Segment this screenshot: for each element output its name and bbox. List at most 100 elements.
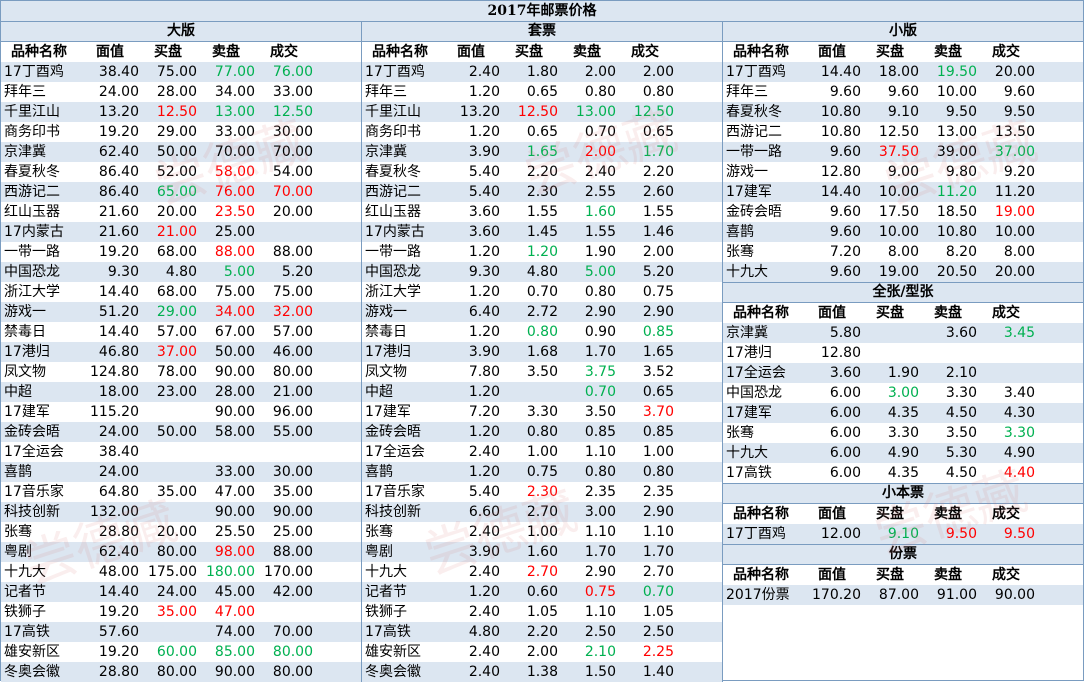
cell-face: 24.00 xyxy=(98,424,139,440)
cell-deal: 1.70 xyxy=(642,144,674,160)
cell-sell: 1.50 xyxy=(584,664,616,680)
table-row: 17内蒙古 3.60 1.45 1.55 1.46 xyxy=(362,222,722,242)
cell-buy: 1.55 xyxy=(526,204,558,220)
cell-face: 9.30 xyxy=(107,264,139,280)
cell-buy: 2.70 xyxy=(526,564,558,580)
cell-sell: 2.10 xyxy=(584,644,616,660)
cell-name: 17全运会 xyxy=(4,444,64,460)
cell-buy: 50.00 xyxy=(156,144,197,160)
cell-buy: 2.72 xyxy=(526,304,558,320)
cell-face: 14.40 xyxy=(820,184,861,200)
cell-buy: 87.00 xyxy=(878,587,919,603)
cell-deal: 3.45 xyxy=(1003,325,1035,341)
cell-name: 游戏一 xyxy=(365,304,407,320)
table-row: 京津冀 62.40 50.00 70.00 70.00 xyxy=(1,142,361,162)
cell-face: 62.40 xyxy=(98,544,139,560)
cell-name: 拜年三 xyxy=(726,84,768,100)
cell-buy xyxy=(861,323,919,343)
table-row: 雄安新区 19.20 60.00 85.00 80.00 xyxy=(1,642,361,662)
cell-face: 21.60 xyxy=(98,224,139,240)
table-row: 十九大 48.00 175.00 180.00 170.00 xyxy=(1,562,361,582)
cell-name: 京津冀 xyxy=(726,325,768,341)
cell-buy: 24.00 xyxy=(156,584,197,600)
section-right: 小版 品种名称 面值 买盘 卖盘 成交 17丁酉鸡 14.40 18.00 19.50… xyxy=(723,22,1083,605)
cell-name: 17建军 xyxy=(365,404,411,420)
cell-deal: 2.90 xyxy=(642,504,674,520)
cell-name: 17丁酉鸡 xyxy=(4,64,64,80)
cell-buy: 2.20 xyxy=(526,164,558,180)
table-row: 喜鹊 9.60 10.00 10.80 10.00 xyxy=(723,222,1083,242)
table-row: 一带一路 19.20 68.00 88.00 88.00 xyxy=(1,242,361,262)
cell-name: 17丁酉鸡 xyxy=(726,64,786,80)
cell-buy: 28.00 xyxy=(156,84,197,100)
cell-sell: 3.60 xyxy=(945,325,977,341)
cell-deal: 25.00 xyxy=(272,524,313,540)
table-row: 17高铁 57.60 74.00 70.00 xyxy=(1,622,361,642)
cell-name: 浙江大学 xyxy=(4,284,60,300)
cell-face: 28.80 xyxy=(98,524,139,540)
cell-buy: 20.00 xyxy=(156,524,197,540)
cell-face: 5.80 xyxy=(829,325,861,341)
cell-buy: 20.00 xyxy=(156,204,197,220)
table-row: 17内蒙古 21.60 21.00 25.00 xyxy=(1,222,361,242)
table-row: 张骞 6.00 3.30 3.50 3.30 xyxy=(723,423,1083,443)
cell-deal: 96.00 xyxy=(272,404,313,420)
cell-name: 一带一路 xyxy=(726,144,782,160)
section-title: 套票 xyxy=(362,22,722,42)
cell-buy: 0.80 xyxy=(526,324,558,340)
table-row: 记者节 1.20 0.60 0.75 0.70 xyxy=(362,582,722,602)
cell-buy: 37.00 xyxy=(156,344,197,360)
cell-deal: 0.70 xyxy=(642,584,674,600)
cell-deal: 30.00 xyxy=(272,124,313,140)
cell-name: 凤文物 xyxy=(365,364,407,380)
cell-deal: 4.90 xyxy=(1003,445,1035,461)
cell-deal: 30.00 xyxy=(272,464,313,480)
cell-name: 17建军 xyxy=(4,404,50,420)
cell-deal xyxy=(255,602,313,622)
cell-name: 一带一路 xyxy=(365,244,421,260)
header-sell: 卖盘 xyxy=(573,44,601,60)
cell-sell: 13.00 xyxy=(936,124,977,140)
cell-sell: 34.00 xyxy=(214,84,255,100)
table-row: 商务印书 19.20 29.00 33.00 30.00 xyxy=(1,122,361,142)
table-row: 张骞 28.80 20.00 25.50 25.00 xyxy=(1,522,361,542)
cell-sell: 70.00 xyxy=(214,144,255,160)
cell-face: 12.80 xyxy=(820,345,861,361)
cell-face: 38.40 xyxy=(98,444,139,460)
cell-deal: 1.70 xyxy=(642,544,674,560)
cell-name: 17建军 xyxy=(726,405,772,421)
cell-name: 中国恐龙 xyxy=(726,385,782,401)
rows-quanzhang: 京津冀 5.80 3.60 3.45 17港归 12.80 17全运会 3.60 1.90 2.1… xyxy=(723,323,1083,483)
table-row: 禁毒日 14.40 57.00 67.00 57.00 xyxy=(1,322,361,342)
cell-buy: 29.00 xyxy=(156,124,197,140)
cell-name: 17内蒙古 xyxy=(365,224,425,240)
table-row: 春夏秋冬 86.40 52.00 58.00 54.00 xyxy=(1,162,361,182)
cell-deal: 54.00 xyxy=(272,164,313,180)
cell-sell: 34.00 xyxy=(214,304,255,320)
cell-name: 冬奥会徽 xyxy=(4,664,60,680)
cell-name: 金砖会晤 xyxy=(726,204,782,220)
cell-face: 6.60 xyxy=(468,504,500,520)
cell-face: 24.00 xyxy=(98,84,139,100)
cell-sell: 0.75 xyxy=(584,584,616,600)
header-buy: 买盘 xyxy=(154,44,182,60)
cell-sell: 8.20 xyxy=(945,244,977,260)
header-face: 面值 xyxy=(818,305,846,321)
rows-xiaoban: 17丁酉鸡 14.40 18.00 19.50 20.00 拜年三 9.60 9.60 10.0… xyxy=(723,62,1083,282)
cell-face: 6.00 xyxy=(829,445,861,461)
cell-buy: 9.10 xyxy=(887,526,919,542)
cell-face: 9.60 xyxy=(829,224,861,240)
cell-name: 春夏秋冬 xyxy=(726,104,782,120)
header-sell: 卖盘 xyxy=(934,506,962,522)
cell-face: 10.80 xyxy=(820,124,861,140)
table-row: 拜年三 9.60 9.60 10.00 9.60 xyxy=(723,82,1083,102)
cell-sell: 3.50 xyxy=(584,404,616,420)
section-title: 份票 xyxy=(723,544,1083,565)
header-deal: 成交 xyxy=(992,44,1020,60)
cell-sell: 4.50 xyxy=(945,465,977,481)
cell-name: 中国恐龙 xyxy=(365,264,421,280)
cell-sell: 9.50 xyxy=(945,104,977,120)
cell-buy: 10.00 xyxy=(878,184,919,200)
cell-deal: 2.20 xyxy=(642,164,674,180)
cell-deal: 1.10 xyxy=(642,524,674,540)
